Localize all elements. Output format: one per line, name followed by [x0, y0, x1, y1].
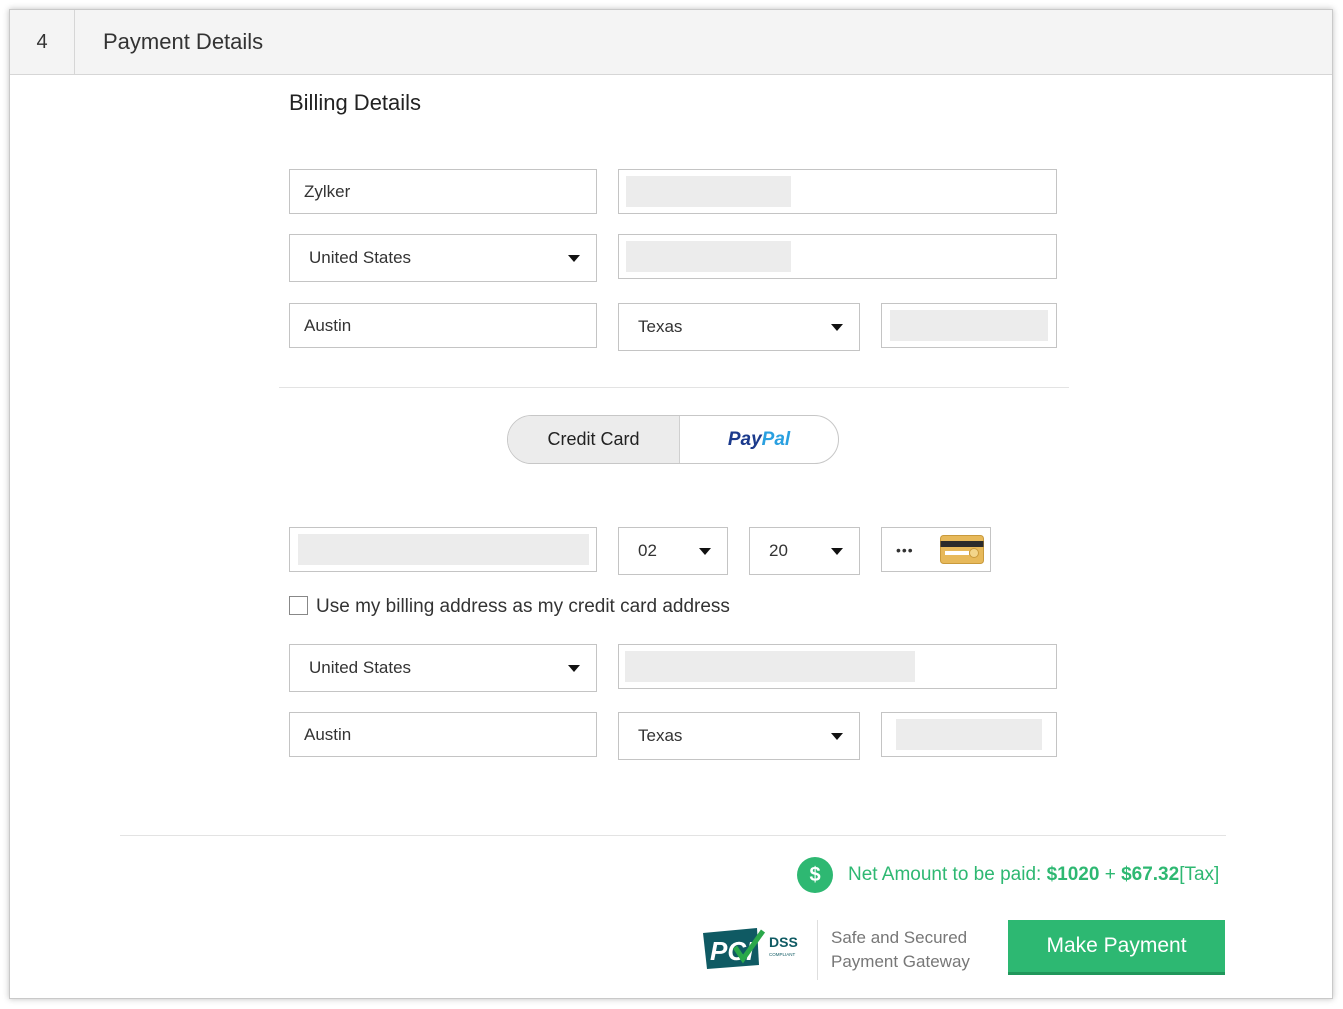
chevron-down-icon [568, 665, 580, 672]
step-header: 4 Payment Details [10, 10, 1332, 75]
net-tax-label: [Tax] [1179, 864, 1220, 885]
dollar-icon: $ [797, 857, 833, 893]
dss-text: DSS [769, 934, 798, 950]
billing-details-title: Billing Details [289, 90, 422, 115]
compliant-text: COMPLIANT [769, 952, 796, 957]
secure-line-2: Payment Gateway [831, 952, 970, 971]
step-number: 4 [10, 10, 75, 74]
billing-name-input[interactable]: Zylker [289, 169, 597, 214]
chevron-down-icon [831, 324, 843, 331]
paypal-logo-part1: Pay [727, 428, 762, 450]
billing-country-value: United States [309, 248, 412, 267]
card-address-input[interactable] [618, 644, 1057, 689]
expiry-year-value: 20 [769, 541, 788, 560]
chevron-down-icon [831, 733, 843, 740]
redacted-value [890, 310, 1048, 341]
payment-panel: 4 Payment Details Billing Details Zylker… [9, 9, 1333, 999]
footer-divider [120, 835, 1226, 836]
card-back-icon [940, 535, 984, 564]
make-payment-button[interactable]: Make Payment [1008, 920, 1225, 975]
use-billing-address-label: Use my billing address as my credit card… [316, 596, 730, 617]
step-title: Payment Details [103, 29, 264, 54]
expiry-month-select[interactable]: 02 [618, 527, 728, 575]
expiry-year-select[interactable]: 20 [749, 527, 860, 575]
net-amount-text: Net Amount to be paid: $1020 + $67.32[Ta… [848, 863, 1219, 887]
billing-city-input[interactable]: Austin [289, 303, 597, 348]
billing-city-value: Austin [304, 315, 352, 335]
use-billing-address-checkbox[interactable] [289, 596, 308, 615]
redacted-value [625, 651, 915, 682]
pci-dss-logo: PCI DSS COMPLIANT [701, 925, 807, 976]
billing-zip-input[interactable] [881, 303, 1057, 348]
card-city-value: Austin [304, 724, 352, 744]
net-tax-value: $67.32 [1121, 864, 1180, 885]
secure-line-1: Safe and Secured [831, 928, 968, 947]
billing-name-value: Zylker [304, 181, 351, 201]
net-plus: + [1099, 864, 1122, 885]
secure-gateway-text: Safe and Secured Payment Gateway [831, 926, 970, 974]
card-city-input[interactable]: Austin [289, 712, 597, 757]
net-amount-value: $1020 [1046, 864, 1100, 885]
chevron-down-icon [831, 548, 843, 555]
card-state-value: Texas [638, 726, 683, 745]
expiry-month-value: 02 [638, 541, 657, 560]
card-state-select[interactable]: Texas [618, 712, 860, 760]
card-country-select[interactable]: United States [289, 644, 597, 692]
billing-state-select[interactable]: Texas [618, 303, 860, 351]
redacted-value [626, 176, 791, 207]
card-country-value: United States [309, 658, 412, 677]
card-number-input[interactable] [289, 527, 597, 572]
credit-card-tab[interactable]: Credit Card [508, 416, 680, 463]
paypal-logo-part2: Pal [761, 428, 791, 450]
logo-separator [817, 920, 818, 980]
credit-card-tab-label: Credit Card [547, 429, 640, 449]
chevron-down-icon [699, 548, 711, 555]
redacted-value [896, 719, 1042, 750]
cvv-input[interactable]: ••• [881, 527, 991, 572]
cvv-value: ••• [896, 541, 914, 558]
card-zip-input[interactable] [881, 712, 1057, 757]
paypal-tab[interactable]: Pay Pal [680, 416, 838, 463]
billing-address-line2-input[interactable] [618, 234, 1057, 279]
chevron-down-icon [568, 255, 580, 262]
redacted-value [298, 534, 589, 565]
net-amount-label: Net Amount to be paid: [848, 864, 1047, 885]
billing-state-value: Texas [638, 317, 683, 336]
section-divider [279, 387, 1069, 388]
payment-method-toggle: Credit Card Pay Pal [507, 415, 839, 464]
redacted-value [626, 241, 791, 272]
billing-address-line1-input[interactable] [618, 169, 1057, 214]
billing-country-select[interactable]: United States [289, 234, 597, 282]
